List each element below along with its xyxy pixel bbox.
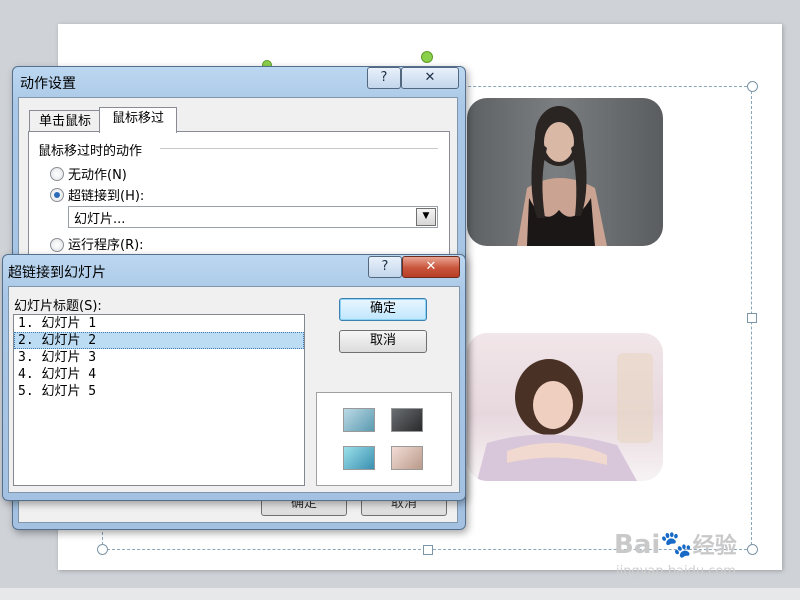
link-dialog-help-button[interactable]: ? (368, 256, 402, 278)
slide-photo-1[interactable] (467, 98, 663, 246)
radio-hyperlink-label: 超链接到(H): (68, 189, 145, 204)
photo-woman-dark-icon (517, 106, 607, 246)
list-item[interactable]: 1. 幻灯片 1 (14, 315, 304, 332)
tab-click-mouse[interactable]: 单击鼠标 (29, 110, 101, 133)
hyperlink-select-value: 幻灯片... (74, 212, 126, 227)
radio-no-action-label: 无动作(N) (68, 168, 127, 183)
action-group-label: 鼠标移过时的动作 (38, 144, 143, 159)
watermark-url: jingyan.baidu.com (616, 564, 736, 579)
rotate-handle[interactable] (421, 51, 433, 63)
radio-run-program[interactable] (50, 238, 64, 252)
radio-hyperlink[interactable] (50, 188, 64, 202)
resize-handle-right[interactable] (747, 313, 757, 323)
action-dialog-help-button[interactable]: ? (367, 67, 401, 89)
list-item[interactable]: 3. 幻灯片 3 (14, 349, 304, 366)
preview-thumb-1 (343, 408, 375, 432)
action-dialog-title: 动作设置 (20, 76, 76, 92)
slide-title-list-label: 幻灯片标题(S): (14, 299, 102, 314)
status-bar-area (0, 588, 800, 600)
resize-handle-bottom-left[interactable] (97, 544, 108, 555)
radio-no-action[interactable] (50, 167, 64, 181)
list-item[interactable]: 5. 幻灯片 5 (14, 383, 304, 400)
photo-woman-light-icon (477, 353, 653, 481)
list-item[interactable]: 4. 幻灯片 4 (14, 366, 304, 383)
preview-thumb-2 (391, 408, 423, 432)
link-dialog-ok-button[interactable]: 确定 (339, 298, 427, 321)
resize-handle-top-right[interactable] (747, 81, 758, 92)
slide-title-list[interactable]: 1. 幻灯片 1 2. 幻灯片 2 3. 幻灯片 3 4. 幻灯片 4 5. 幻… (13, 314, 305, 486)
slide-preview (316, 392, 452, 486)
preview-thumb-4 (391, 446, 423, 470)
list-item-selected[interactable]: 2. 幻灯片 2 (14, 332, 304, 349)
slide-photo-2[interactable] (467, 333, 663, 481)
link-dialog-close-button[interactable]: ✕ (402, 256, 460, 278)
link-dialog-cancel-button[interactable]: 取消 (339, 330, 427, 353)
preview-thumb-3 (343, 446, 375, 470)
radio-run-program-label: 运行程序(R): (68, 238, 144, 253)
link-dialog-title: 超链接到幻灯片 (8, 265, 106, 281)
tab-mouse-over[interactable]: 鼠标移过 (99, 107, 177, 133)
paw-icon: 🐾 (660, 530, 693, 560)
watermark-brand: Bai🐾经验 (614, 530, 737, 560)
resize-handle-bottom-right[interactable] (747, 544, 758, 555)
chevron-down-icon[interactable]: ▼ (416, 208, 436, 226)
resize-handle-bottom[interactable] (423, 545, 433, 555)
group-divider (160, 148, 438, 149)
action-dialog-close-button[interactable]: ✕ (401, 67, 459, 89)
